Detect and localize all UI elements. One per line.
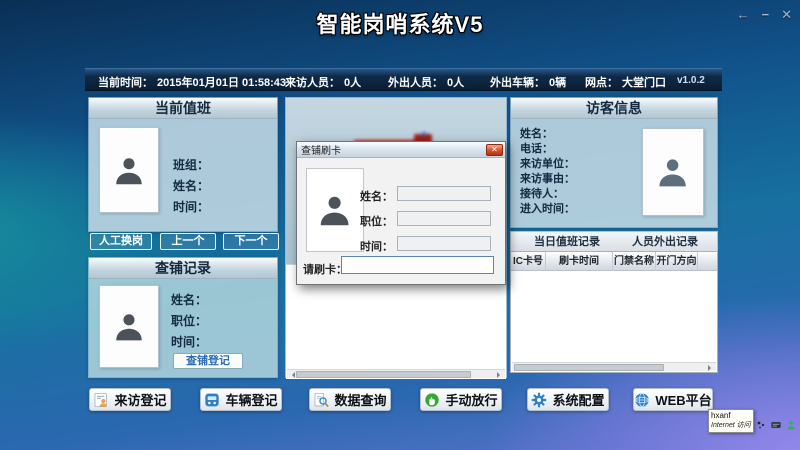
- visitor-name-label: 姓名：: [520, 125, 553, 141]
- swipe-card-dialog: 查铺刷卡 ✕ 姓名： 职位： 时间： 请刷卡：: [296, 141, 506, 285]
- scrollbar-thumb[interactable]: [296, 371, 471, 378]
- manual-release-button[interactable]: 手动放行: [420, 388, 502, 411]
- vehicle-register-button[interactable]: 车辆登记: [200, 388, 282, 411]
- person-avatar-icon: [111, 301, 147, 351]
- dialog-time-label: 时间：: [355, 238, 393, 254]
- col-open-direction[interactable]: 开门方向: [656, 252, 698, 271]
- tab-out-records[interactable]: 人员外出记录: [617, 232, 713, 252]
- input-method-icon[interactable]: [756, 420, 766, 430]
- current-duty-title: 当前值班: [89, 98, 277, 119]
- horizontal-scrollbar[interactable]: [287, 369, 505, 378]
- data-query-button[interactable]: 数据查询: [309, 388, 391, 411]
- visitor-phone-label: 电话：: [520, 140, 553, 156]
- inspection-name-label: 姓名：: [171, 291, 207, 308]
- dialog-titlebar[interactable]: 查铺刷卡 ✕: [297, 142, 505, 158]
- dialog-position-label: 职位：: [355, 213, 393, 229]
- site-name: 网点：大堂门口: [585, 74, 666, 90]
- person-avatar-icon: [654, 145, 691, 198]
- col-swipe-time[interactable]: 刷卡时间: [546, 252, 613, 271]
- table-horizontal-scrollbar[interactable]: [512, 362, 716, 371]
- dialog-name-field[interactable]: [397, 186, 491, 201]
- col-ic-card[interactable]: IC卡号: [511, 252, 546, 271]
- duty-photo: [99, 127, 159, 213]
- network-name: hxanf: [711, 411, 751, 421]
- duty-time-label: 时间：: [173, 198, 209, 215]
- visitor-receiver-label: 接待人：: [520, 185, 564, 201]
- dialog-close-icon[interactable]: ✕: [486, 144, 503, 156]
- col-empty: [698, 252, 717, 271]
- manual-shift-button[interactable]: 人工换岗: [90, 233, 152, 250]
- manual-release-icon: [424, 392, 440, 408]
- status-bar: 当前时间：2015年01月01日 01:58:43 来访人员：0人 外出人员：0…: [85, 68, 722, 91]
- table-header-row: IC卡号 刷卡时间 门禁名称 开门方向: [511, 252, 717, 271]
- desktop: 智能岗哨系统V5 ← − ✕ 当前时间：2015年01月01日 01:58:43…: [0, 0, 800, 450]
- visitor-photo: [642, 128, 704, 216]
- visitor-register-icon: [93, 392, 109, 408]
- vehicle-register-icon: [204, 392, 220, 408]
- out-personnel-count: 外出人员：0人: [388, 74, 464, 90]
- visitor-panel: 访客信息 姓名： 电话： 来访单位： 来访事由： 接待人： 进入时间：: [510, 97, 718, 228]
- network-status: Internet 访问: [711, 421, 751, 430]
- inspection-position-label: 职位：: [171, 312, 207, 329]
- visitor-count: 来访人员：0人: [285, 74, 361, 90]
- version-label: v1.0.2: [677, 75, 705, 86]
- swipe-card-input[interactable]: [341, 256, 494, 274]
- inspection-title: 查铺记录: [89, 258, 277, 279]
- dialog-title: 查铺刷卡: [301, 142, 341, 157]
- inspection-time-label: 时间：: [171, 333, 207, 350]
- dialog-position-field[interactable]: [397, 211, 491, 226]
- records-tabbar: 当日值班记录 人员外出记录: [510, 231, 718, 251]
- minimize-icon[interactable]: −: [762, 8, 770, 22]
- keyboard-icon[interactable]: [771, 420, 781, 430]
- prev-button[interactable]: 上一个: [160, 233, 216, 250]
- current-duty-panel: 当前值班 班组： 姓名： 时间：: [88, 97, 278, 232]
- close-icon[interactable]: ✕: [781, 8, 792, 22]
- scroll-right-icon[interactable]: [708, 365, 714, 371]
- page-title: 智能岗哨系统V5: [0, 7, 800, 39]
- scroll-left-icon[interactable]: [289, 372, 295, 378]
- visitor-reason-label: 来访事由：: [520, 170, 575, 186]
- back-icon[interactable]: ←: [737, 8, 750, 22]
- web-platform-button[interactable]: WEB平台: [633, 388, 713, 411]
- system-tray: [756, 420, 800, 430]
- inspection-photo: [99, 285, 159, 368]
- visitor-title: 访客信息: [511, 98, 717, 119]
- current-time: 当前时间：2015年01月01日 01:58:43: [98, 74, 286, 90]
- visitor-entry-time-label: 进入时间：: [520, 200, 575, 216]
- scroll-right-icon[interactable]: [497, 372, 503, 378]
- dialog-name-label: 姓名：: [355, 188, 393, 204]
- person-avatar-icon: [111, 144, 147, 196]
- records-table: IC卡号 刷卡时间 门禁名称 开门方向: [510, 251, 718, 373]
- network-tooltip: hxanf Internet 访问: [708, 409, 754, 433]
- system-config-icon: [531, 392, 547, 408]
- visitor-unit-label: 来访单位：: [520, 155, 575, 171]
- user-status-icon[interactable]: [786, 420, 796, 430]
- data-query-icon: [313, 392, 329, 408]
- system-config-button[interactable]: 系统配置: [527, 388, 609, 411]
- web-platform-icon: [634, 392, 650, 408]
- tab-duty-records[interactable]: 当日值班记录: [519, 232, 615, 252]
- visitor-register-button[interactable]: 来访登记: [89, 388, 171, 411]
- scrollbar-thumb[interactable]: [514, 364, 664, 371]
- duty-name-label: 姓名：: [173, 177, 209, 194]
- inspection-register-button[interactable]: 查铺登记: [173, 353, 243, 369]
- window-controls: ← − ✕: [737, 8, 793, 22]
- person-avatar-icon: [315, 181, 354, 238]
- duty-group-label: 班组：: [173, 156, 209, 173]
- out-vehicle-count: 外出车辆：0辆: [490, 74, 566, 90]
- dialog-time-field[interactable]: [397, 236, 491, 251]
- next-button[interactable]: 下一个: [223, 233, 279, 250]
- col-door-name[interactable]: 门禁名称: [613, 252, 656, 271]
- inspection-panel: 查铺记录 姓名： 职位： 时间： 查铺登记: [88, 257, 278, 378]
